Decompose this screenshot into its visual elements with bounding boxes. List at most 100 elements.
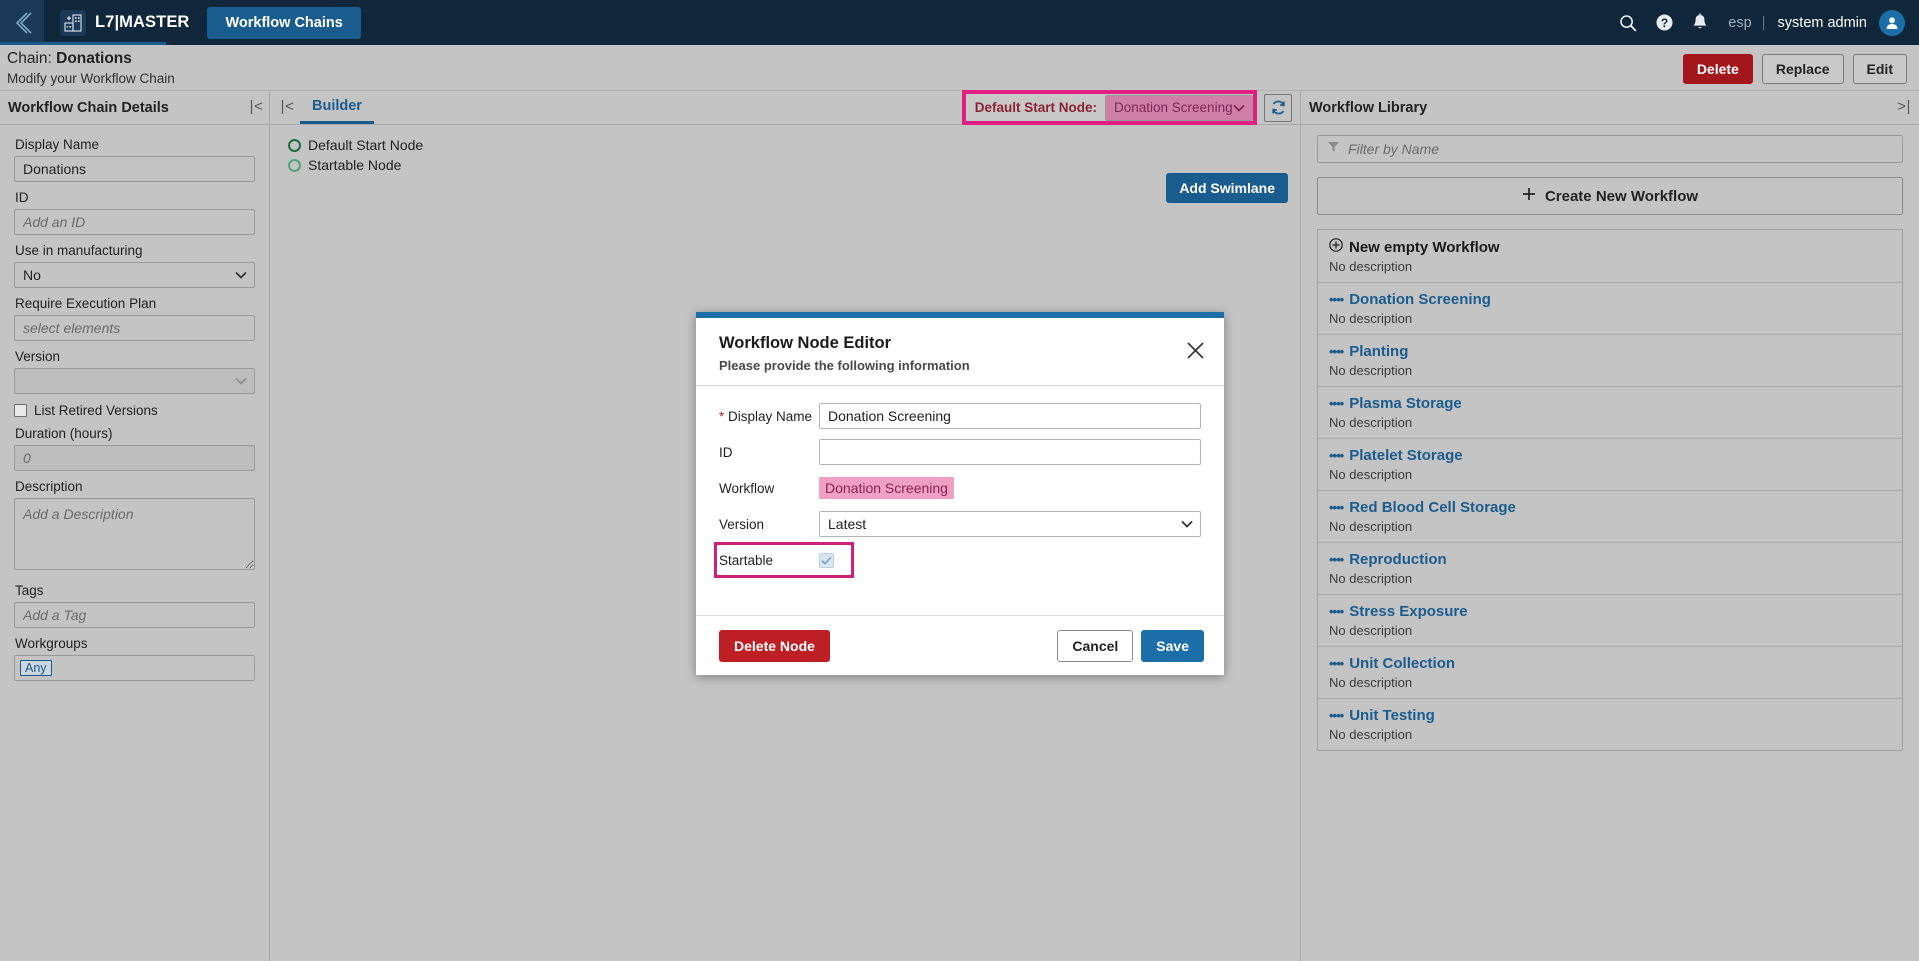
tags-label: Tags — [15, 583, 44, 598]
back-button[interactable] — [0, 0, 44, 45]
workflow-item-label: Reproduction — [1349, 551, 1447, 568]
workflow-item-name-row: •••• Planting — [1329, 343, 1891, 360]
workflow-node-editor-dialog: Workflow Node Editor Please provide the … — [696, 312, 1224, 675]
description-textarea[interactable] — [14, 498, 255, 570]
modal-header: Workflow Node Editor Please provide the … — [696, 318, 1224, 386]
modal-row-display-name: * Display Name — [719, 403, 1201, 429]
workflow-item-label: Platelet Storage — [1349, 447, 1463, 464]
create-new-workflow-label: Create New Workflow — [1544, 187, 1699, 205]
list-retired-versions-row[interactable]: List Retired Versions — [14, 403, 255, 418]
bell-icon[interactable] — [1682, 0, 1718, 45]
nav-tab-workflow-chains[interactable]: Workflow Chains — [207, 6, 361, 39]
modal-workflow-field: Donation Screening — [819, 477, 1201, 499]
page-header-actions: Delete Replace Edit — [1682, 54, 1907, 85]
user-avatar-icon[interactable] — [1879, 9, 1905, 36]
modal-row-startable: Startable — [714, 542, 854, 578]
require-execution-plan-input[interactable] — [14, 315, 255, 341]
list-item[interactable]: •••• Reproduction No description — [1318, 543, 1902, 595]
collapse-left-icon[interactable]: |< — [247, 99, 263, 116]
modal-id-input[interactable] — [819, 439, 1201, 465]
workflow-item-label: Plasma Storage — [1349, 395, 1462, 412]
list-item[interactable]: •••• Planting No description — [1318, 335, 1902, 387]
dots-icon: •••• — [1329, 448, 1344, 463]
list-item[interactable]: •••• Red Blood Cell Storage No descripti… — [1318, 491, 1902, 543]
chain-details-form: Display Name ID Use in manufacturing No … — [0, 125, 269, 681]
help-circle-icon[interactable]: ? — [1646, 0, 1682, 45]
default-start-node-select[interactable]: Donation Screening — [1105, 94, 1253, 121]
default-start-node-value: Donation Screening — [1114, 100, 1233, 115]
chevron-down-icon — [1233, 99, 1245, 117]
modal-display-name-input[interactable] — [819, 403, 1201, 429]
modal-body: * Display Name ID Workflow Donation Scre… — [696, 386, 1224, 583]
collapse-left-icon[interactable]: |< — [270, 91, 300, 124]
top-navbar: L7|MASTER Workflow Chains ? esp | system… — [0, 0, 1919, 45]
list-retired-versions-checkbox[interactable] — [14, 404, 27, 417]
list-item[interactable]: New empty Workflow No description — [1318, 230, 1902, 283]
list-item[interactable]: •••• Unit Testing No description — [1318, 699, 1902, 750]
plus-icon — [1522, 187, 1536, 205]
list-item[interactable]: •••• Stress Exposure No description — [1318, 595, 1902, 647]
workflow-item-desc: No description — [1329, 467, 1413, 482]
language-switch[interactable]: esp — [1718, 15, 1761, 31]
version-select[interactable] — [14, 368, 255, 394]
create-new-workflow-button[interactable]: Create New Workflow — [1317, 177, 1903, 215]
workflow-item-label: New empty Workflow — [1349, 238, 1500, 256]
cancel-button[interactable]: Cancel — [1057, 629, 1134, 662]
page-subtitle: Modify your Workflow Chain — [7, 71, 175, 86]
dots-icon: •••• — [1329, 708, 1344, 723]
dots-icon: •••• — [1329, 656, 1344, 671]
use-in-manufacturing-select[interactable]: No — [14, 262, 255, 288]
workflow-library-list: New empty Workflow No description •••• D… — [1317, 229, 1903, 751]
description-label: Description — [15, 479, 83, 494]
workflow-item-desc: No description — [1329, 571, 1413, 586]
tags-input[interactable] — [14, 602, 255, 628]
builder-toolbar: |< Builder Default Start Node: Donation … — [270, 90, 1300, 125]
workgroups-field[interactable]: Any — [14, 655, 255, 681]
dots-icon: •••• — [1329, 344, 1344, 359]
modal-id-label: ID — [719, 444, 733, 460]
workflow-item-name-row: •••• Donation Screening — [1329, 291, 1891, 308]
filter-by-name-input[interactable] — [1317, 135, 1903, 163]
replace-button[interactable]: Replace — [1761, 54, 1844, 85]
page-title-value: Donations — [56, 50, 132, 67]
refresh-icon[interactable] — [1264, 93, 1292, 122]
workgroups-label: Workgroups — [15, 636, 88, 651]
modal-version-select[interactable]: Latest — [819, 511, 1201, 537]
user-name[interactable]: system admin — [1766, 15, 1879, 31]
modal-startable-checkbox[interactable] — [819, 552, 834, 568]
left-panel-header: Workflow Chain Details |< — [0, 91, 269, 125]
collapse-right-icon[interactable]: >| — [1897, 99, 1913, 116]
header-accent-bar — [0, 42, 166, 45]
list-item[interactable]: •••• Platelet Storage No description — [1318, 439, 1902, 491]
delete-button[interactable]: Delete — [1682, 54, 1753, 85]
workflow-library-body: Create New Workflow New empty Workflow N… — [1301, 125, 1919, 751]
filter-icon — [1327, 140, 1340, 158]
duration-input[interactable] — [14, 445, 255, 471]
modal-row-workflow: Workflow Donation Screening — [719, 475, 1201, 501]
list-item[interactable]: •••• Unit Collection No description — [1318, 647, 1902, 699]
builder-toolbar-right: Default Start Node: Donation Screening — [961, 90, 1300, 125]
list-item[interactable]: •••• Plasma Storage No description — [1318, 387, 1902, 439]
legend-item: Default Start Node — [288, 137, 423, 153]
save-button[interactable]: Save — [1141, 629, 1204, 662]
tab-builder[interactable]: Builder — [300, 91, 374, 124]
workgroup-tag[interactable]: Any — [20, 660, 52, 676]
search-icon[interactable] — [1610, 0, 1646, 45]
list-item[interactable]: •••• Donation Screening No description — [1318, 283, 1902, 335]
left-panel-title: Workflow Chain Details — [8, 99, 169, 116]
page-title-prefix: Chain: — [7, 50, 57, 67]
dots-icon: •••• — [1329, 552, 1344, 567]
modal-version-label: Version — [719, 516, 765, 532]
modal-row-id: ID — [719, 439, 1201, 465]
id-input[interactable] — [14, 209, 255, 235]
edit-button[interactable]: Edit — [1852, 54, 1907, 85]
delete-node-button[interactable]: Delete Node — [719, 629, 830, 662]
modal-workflow-value: Donation Screening — [819, 477, 954, 499]
building-plus-icon — [60, 9, 86, 36]
close-icon[interactable] — [1186, 341, 1205, 365]
add-swimlane-button[interactable]: Add Swimlane — [1166, 173, 1288, 203]
display-name-input[interactable] — [14, 156, 255, 182]
version-select-wrap — [14, 368, 255, 394]
workflow-item-desc: No description — [1329, 727, 1413, 742]
page-title: Chain: Donations — [7, 50, 132, 68]
